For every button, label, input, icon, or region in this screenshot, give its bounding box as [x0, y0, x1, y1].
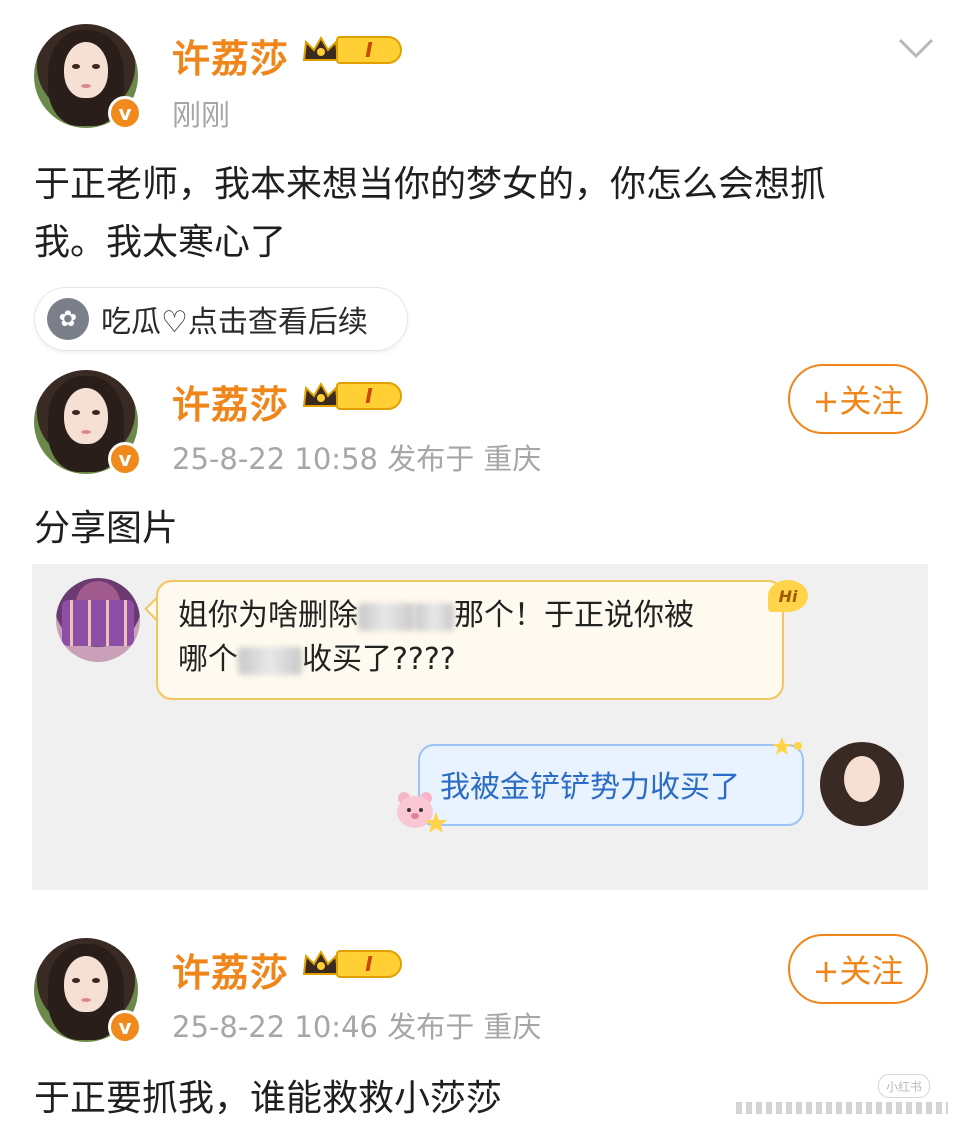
star-deco-icon — [772, 737, 802, 755]
post-text-line: 于正老师，我本来想当你的梦女的，你怎么会想抓 — [34, 164, 827, 205]
group-avatar — [56, 578, 140, 662]
chat-text: 收买了???? — [302, 642, 456, 677]
follow-button[interactable]: +关注 — [788, 934, 928, 1004]
post-text: 于正要抓我，谁能救救小莎莎 — [34, 1078, 503, 1119]
level-value: I — [336, 36, 402, 64]
level-badge-icon: I — [302, 946, 406, 982]
redacted-text — [414, 602, 454, 631]
follow-button[interactable]: +关注 — [788, 364, 928, 434]
post-meta: 25-8-22 10:58 发布于 重庆 — [172, 442, 542, 476]
crown-icon — [302, 950, 340, 975]
post-text-line: 我。我太寒心了 — [34, 222, 287, 263]
level-value: I — [336, 950, 402, 978]
verified-badge-icon: v — [108, 1010, 142, 1044]
verified-badge-icon: v — [108, 442, 142, 476]
chat-text: 哪个 — [178, 642, 238, 677]
topic-pill[interactable]: ✿ 吃瓜♡点击查看后续 — [34, 287, 408, 351]
level-badge-icon: I — [302, 32, 406, 68]
post-time: 刚刚 — [172, 98, 231, 132]
redacted-text — [358, 602, 414, 631]
topic-label: 吃瓜♡点击查看后续 — [101, 305, 368, 340]
chat-text: 姐你为啥删除 — [178, 598, 358, 633]
post-meta: 25-8-22 10:46 发布于 重庆 — [172, 1010, 542, 1044]
username[interactable]: 许荔莎 — [172, 942, 289, 997]
self-avatar — [820, 742, 904, 826]
username[interactable]: 许荔莎 — [172, 28, 289, 83]
user-avatar[interactable]: v — [34, 24, 142, 130]
username[interactable]: 许荔莎 — [172, 374, 289, 429]
bear-sticker-icon — [397, 792, 447, 833]
post-text: 分享图片 — [34, 508, 179, 549]
post-text: 于正老师，我本来想当你的梦女的，你怎么会想抓 我。我太寒心了 — [34, 156, 826, 272]
flower-icon: ✿ — [47, 298, 89, 340]
crown-icon — [302, 382, 340, 407]
redacted-text — [238, 646, 302, 675]
level-value: I — [336, 382, 402, 410]
weibo-feed: v 许荔莎 I 刚刚 于正老师，我本来想当你的梦女的，你怎么会想抓 我。我太寒心… — [0, 0, 960, 1138]
chat-text: 那个！于正说你被 — [454, 598, 694, 633]
chat-bubble-right-text: 我被金铲铲势力收买了 — [440, 770, 740, 805]
chat-bubble-left-text: 姐你为啥删除 那个！于正说你被 哪个 收买了???? — [178, 594, 768, 682]
hi-badge-icon: Hi — [768, 580, 808, 612]
level-badge-icon: I — [302, 378, 406, 414]
watermark-bars — [736, 1102, 948, 1114]
verified-badge-icon: v — [108, 96, 142, 130]
crown-icon — [302, 36, 340, 61]
watermark: 小红书 — [878, 1074, 930, 1098]
user-avatar[interactable]: v — [34, 370, 142, 476]
chevron-down-icon[interactable] — [896, 34, 936, 64]
user-avatar[interactable]: v — [34, 938, 142, 1044]
